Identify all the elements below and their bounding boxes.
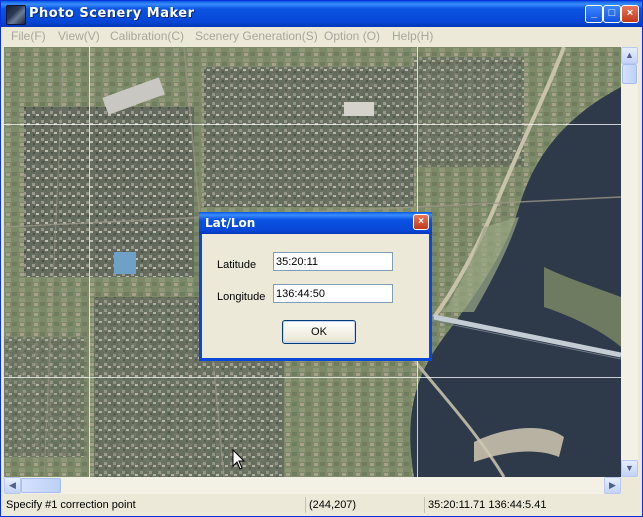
minimize-button[interactable]: _ <box>585 5 603 23</box>
dialog-title-bar[interactable]: Lat/Lon × <box>199 212 432 234</box>
latitude-input[interactable] <box>273 252 393 271</box>
scrollbar-corner <box>621 477 638 494</box>
status-bar: Specify #1 correction point (244,207) 35… <box>1 495 642 516</box>
status-message: Specify #1 correction point <box>6 499 136 511</box>
app-icon[interactable] <box>6 5 26 25</box>
scroll-down-icon[interactable]: ▼ <box>621 460 638 477</box>
menu-calibration[interactable]: Calibration(C) <box>110 29 184 43</box>
grid-line <box>89 47 90 477</box>
status-pixel-coordinates: (244,207) <box>305 497 420 513</box>
maximize-button[interactable]: □ <box>603 5 621 23</box>
longitude-label: Longitude <box>217 291 266 303</box>
title-bar[interactable]: Photo Scenery Maker _ □ × <box>1 1 642 27</box>
menu-bar: File(F) View(V) Calibration(C) Scenery G… <box>1 27 642 47</box>
menu-option[interactable]: Option (O) <box>324 29 380 43</box>
ok-button[interactable]: OK <box>282 320 356 344</box>
horizontal-scrollbar[interactable]: ◀ ▶ <box>4 477 621 494</box>
latlon-dialog: Lat/Lon × Latitude Longitude OK <box>199 212 432 361</box>
vertical-scrollbar[interactable]: ▲ ▼ <box>621 47 638 477</box>
mouse-pointer-icon <box>232 449 246 470</box>
menu-scenery-generation[interactable]: Scenery Generation(S) <box>195 29 318 43</box>
grid-line <box>4 124 621 125</box>
latitude-label: Latitude <box>217 259 257 271</box>
menu-file[interactable]: File(F) <box>11 29 46 43</box>
longitude-input[interactable] <box>273 284 393 303</box>
close-button[interactable]: × <box>621 5 639 23</box>
vertical-scroll-thumb[interactable] <box>622 64 637 84</box>
window-title: Photo Scenery Maker <box>29 6 195 21</box>
dialog-title: Lat/Lon <box>205 216 256 230</box>
grid-line <box>4 377 621 378</box>
dialog-close-icon[interactable]: × <box>413 214 429 230</box>
scroll-left-icon[interactable]: ◀ <box>4 477 21 494</box>
menu-help[interactable]: Help(H) <box>392 29 433 43</box>
horizontal-scroll-thumb[interactable] <box>21 478 61 493</box>
scroll-right-icon[interactable]: ▶ <box>604 477 621 494</box>
menu-view[interactable]: View(V) <box>58 29 100 43</box>
status-latlon: 35:20:11.71 136:44:5.41 <box>424 497 639 513</box>
scroll-up-icon[interactable]: ▲ <box>621 47 638 64</box>
